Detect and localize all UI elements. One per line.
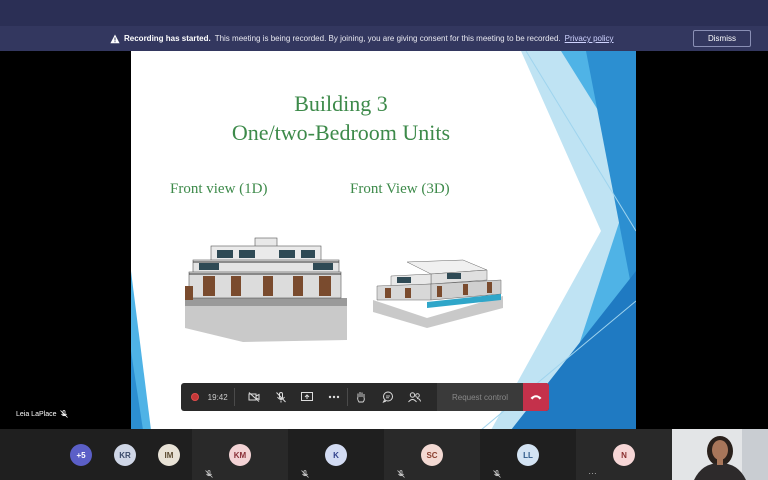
tile-more-icon[interactable]: …: [588, 466, 597, 476]
camera-off-icon: [248, 392, 260, 402]
recording-indicator-icon: [191, 393, 199, 401]
raise-hand-button[interactable]: [348, 383, 374, 411]
more-icon: [328, 395, 339, 399]
meeting-timer: 19:42: [207, 392, 228, 402]
mic-off-icon: [397, 470, 405, 478]
participant-avatar[interactable]: N: [613, 444, 635, 466]
presentation-slide: Building 3 One/two-Bedroom Units Front v…: [131, 51, 636, 430]
participant-avatar[interactable]: K: [325, 444, 347, 466]
share-content-button[interactable]: [294, 383, 320, 411]
mic-off-icon: [205, 470, 213, 478]
people-icon: [407, 391, 421, 402]
mute-button[interactable]: [268, 383, 294, 411]
hang-up-button[interactable]: [522, 383, 550, 411]
chat-button[interactable]: [374, 383, 400, 411]
front-view-3d-label: Front View (3D): [350, 181, 450, 197]
raise-hand-icon: [357, 392, 366, 403]
presenter-name-tag: Leia LaPlace: [16, 410, 69, 418]
mic-off-icon: [493, 470, 501, 478]
building-front-view-image: [185, 237, 347, 342]
chat-icon: [382, 391, 393, 403]
request-control-button[interactable]: Request control: [437, 383, 523, 411]
camera-off-button[interactable]: [241, 383, 267, 411]
warning-icon: [110, 34, 120, 43]
recording-title: Recording has started.: [124, 34, 211, 43]
recording-text: This meeting is being recorded. By joini…: [214, 34, 561, 43]
participant-avatar[interactable]: KM: [229, 444, 251, 466]
recording-banner: Recording has started. This meeting is b…: [0, 26, 768, 51]
participant-avatar[interactable]: SC: [421, 444, 443, 466]
participant-avatar[interactable]: IM: [158, 444, 180, 466]
slide-title-line-1: Building 3: [294, 91, 388, 116]
more-actions-button[interactable]: [321, 383, 347, 411]
mic-off-icon: [60, 410, 69, 418]
self-video-preview[interactable]: [672, 429, 768, 480]
mic-off-icon: [275, 391, 286, 402]
self-video-image: [672, 429, 768, 480]
participant-avatar[interactable]: LL: [517, 444, 539, 466]
share-screen-icon: [301, 392, 314, 401]
mic-off-icon: [301, 470, 309, 478]
title-bar: [0, 0, 768, 26]
participant-avatar[interactable]: +5: [70, 444, 92, 466]
recording-message: Recording has started. This meeting is b…: [110, 26, 614, 51]
building-3d-view-image: [373, 259, 503, 328]
front-view-1d-label: Front view (1D): [170, 181, 268, 197]
participants-button[interactable]: [401, 383, 427, 411]
meeting-controls-bar: 19:42 Request control: [181, 383, 550, 411]
presenter-name: Leia LaPlace: [16, 410, 57, 418]
privacy-policy-link[interactable]: Privacy policy: [565, 34, 614, 43]
phone-hangup-icon: [530, 395, 542, 400]
slide-title-line-2: One/two-Bedroom Units: [231, 120, 451, 145]
participant-avatar[interactable]: KR: [114, 444, 136, 466]
slide-title: Building 3 One/two-Bedroom Units: [191, 89, 491, 147]
dismiss-button[interactable]: Dismiss: [693, 30, 751, 47]
divider: [234, 388, 236, 406]
